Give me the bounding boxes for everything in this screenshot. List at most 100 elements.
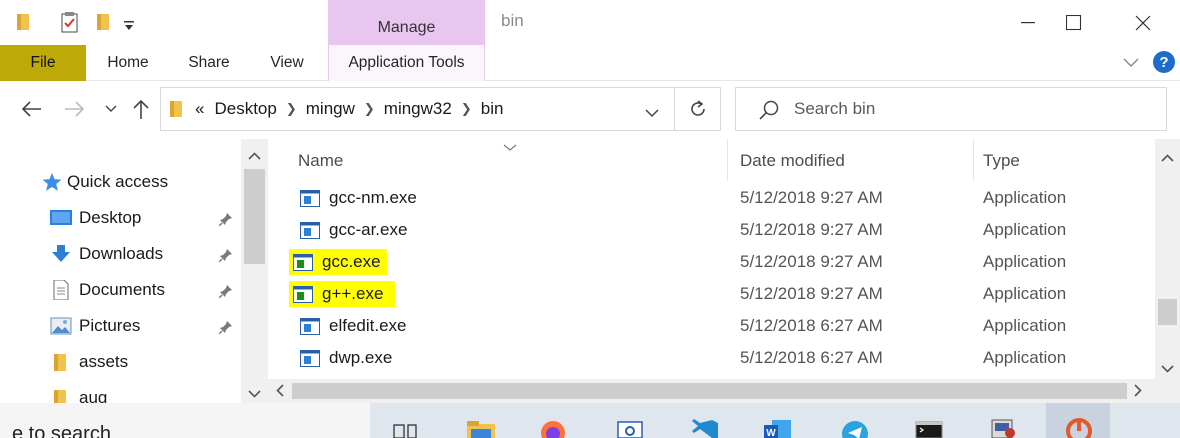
sidebar-item-downloads[interactable]: Downloads [0, 238, 241, 270]
folder-icon [169, 99, 183, 124]
vertical-scroll-thumb[interactable] [1158, 299, 1177, 325]
title-bar: Manage bin [0, 0, 1180, 45]
refresh-button[interactable] [675, 87, 721, 131]
breadcrumb-overflow[interactable]: « [195, 99, 204, 119]
column-divider[interactable] [727, 139, 728, 181]
back-button[interactable] [18, 96, 44, 122]
pin-icon[interactable] [218, 319, 233, 339]
file-date: 5/12/2018 6:27 AM [740, 316, 883, 335]
telegram-icon[interactable] [840, 417, 870, 438]
minimize-button[interactable] [1005, 0, 1051, 45]
file-name: gcc.exe [322, 252, 381, 271]
recent-locations-button[interactable] [103, 96, 119, 122]
taskbar-search-box[interactable]: e to search [0, 403, 370, 438]
tab-home[interactable]: Home [95, 45, 161, 81]
file-list: Name Date modified Type gcc-nm.exe 5/12/… [268, 139, 1155, 379]
scroll-down-icon[interactable] [1161, 360, 1174, 378]
new-folder-icon[interactable] [96, 12, 110, 37]
close-button[interactable] [1120, 0, 1166, 45]
sidebar-item-documents[interactable]: Documents [0, 274, 241, 306]
scroll-up-icon[interactable] [1161, 149, 1174, 167]
table-row[interactable]: gcc.exe 5/12/2018 9:27 AM Application [268, 246, 1155, 278]
breadcrumb-mingw32[interactable]: mingw32 [382, 99, 454, 119]
table-row[interactable]: dwp.exe 5/12/2018 6:27 AM Application [268, 342, 1155, 374]
file-date: 5/12/2018 9:27 AM [740, 220, 883, 239]
table-row[interactable]: elfedit.exe 5/12/2018 6:27 AM Applicatio… [268, 310, 1155, 342]
sidebar-item-label: Pictures [79, 316, 141, 335]
installer-icon[interactable] [988, 417, 1018, 438]
breadcrumb-mingw[interactable]: mingw [304, 99, 357, 119]
search-input[interactable] [794, 88, 1154, 130]
file-explorer-icon[interactable] [466, 417, 496, 438]
taskbar-search-text: e to search [12, 423, 111, 438]
chevron-right-icon[interactable]: ❯ [461, 101, 472, 117]
sidebar-item-assets[interactable]: assets [0, 346, 241, 378]
help-icon[interactable]: ? [1152, 50, 1176, 79]
table-row[interactable]: gcc-ar.exe 5/12/2018 9:27 AM Application [268, 214, 1155, 246]
scroll-up-icon[interactable] [248, 147, 261, 165]
forward-button[interactable] [62, 96, 88, 122]
nav-pane-scroll-thumb[interactable] [244, 169, 265, 264]
chevron-right-icon[interactable]: ❯ [364, 101, 375, 117]
file-name-cell-highlighted: gcc.exe [289, 249, 387, 275]
manage-contextual-tab[interactable]: Manage [328, 0, 485, 45]
properties-icon[interactable] [60, 12, 80, 39]
file-list-vertical-scrollbar[interactable] [1155, 139, 1180, 379]
breadcrumb-bin[interactable]: bin [479, 99, 506, 119]
pin-icon[interactable] [218, 247, 233, 267]
documents-icon [50, 279, 72, 301]
file-name: dwp.exe [329, 348, 393, 367]
command-prompt-icon[interactable] [914, 417, 944, 438]
scroll-right-icon[interactable] [1134, 384, 1142, 402]
settings-icon[interactable] [615, 417, 645, 438]
table-row[interactable]: gcc-nm.exe 5/12/2018 9:27 AM Application [268, 182, 1155, 214]
nav-quick-access[interactable]: Quick access [0, 166, 241, 198]
sidebar-item-label: Downloads [79, 244, 164, 263]
maximize-button[interactable] [1051, 0, 1097, 45]
scroll-left-icon[interactable] [276, 384, 284, 402]
search-box[interactable] [735, 87, 1167, 131]
breadcrumb-desktop[interactable]: Desktop [212, 99, 278, 119]
nav-pane-scrollbar[interactable] [241, 139, 268, 409]
taskbar-active-app[interactable] [1046, 403, 1110, 438]
address-dropdown-icon[interactable] [645, 105, 659, 123]
table-row[interactable]: g++.exe 5/12/2018 9:27 AM Application [268, 278, 1155, 310]
tab-file[interactable]: File [0, 45, 86, 81]
task-view-icon[interactable] [392, 417, 422, 438]
pin-icon[interactable] [218, 283, 233, 303]
file-type: Application [983, 188, 1067, 207]
tab-application-tools[interactable]: Application Tools [328, 45, 485, 81]
folder-icon[interactable] [16, 12, 30, 37]
file-type: Application [983, 348, 1067, 367]
file-name-cell-highlighted: g++.exe [289, 281, 396, 307]
sidebar-item-label: assets [79, 352, 129, 371]
scroll-down-icon[interactable] [248, 385, 261, 403]
up-button[interactable] [130, 96, 152, 122]
pin-icon[interactable] [218, 211, 233, 231]
taskbar: e to search W [0, 403, 1180, 438]
customize-qat-icon[interactable] [123, 18, 135, 36]
column-header-name[interactable]: Name [298, 139, 718, 181]
sidebar-item-desktop[interactable]: Desktop [0, 202, 241, 234]
sidebar-item-pictures[interactable]: Pictures [0, 310, 241, 342]
tab-share[interactable]: Share [178, 45, 240, 81]
sidebar-item-label: Documents [79, 280, 165, 299]
vscode-icon[interactable] [690, 417, 720, 438]
navigation-bar: « Desktop ❯ mingw ❯ mingw32 ❯ bin [0, 81, 1180, 139]
file-list-horizontal-scrollbar[interactable] [268, 379, 1155, 403]
file-type: Application [983, 316, 1067, 335]
application-icon [300, 317, 320, 335]
tab-view[interactable]: View [258, 45, 316, 81]
desktop-icon [50, 208, 72, 228]
word-icon[interactable]: W [762, 417, 792, 438]
column-divider[interactable] [973, 139, 974, 181]
column-header-type[interactable]: Type [983, 139, 1143, 181]
column-header-date-modified[interactable]: Date modified [740, 139, 970, 181]
chevron-right-icon[interactable]: ❯ [286, 101, 297, 117]
ribbon-tab-row: File Home Share View Application Tools ? [0, 45, 1180, 81]
expand-ribbon-icon[interactable] [1122, 55, 1140, 73]
firefox-icon[interactable] [538, 417, 568, 438]
application-icon [300, 349, 320, 367]
horizontal-scroll-thumb[interactable] [292, 383, 1127, 399]
address-bar[interactable]: « Desktop ❯ mingw ❯ mingw32 ❯ bin [160, 87, 675, 131]
